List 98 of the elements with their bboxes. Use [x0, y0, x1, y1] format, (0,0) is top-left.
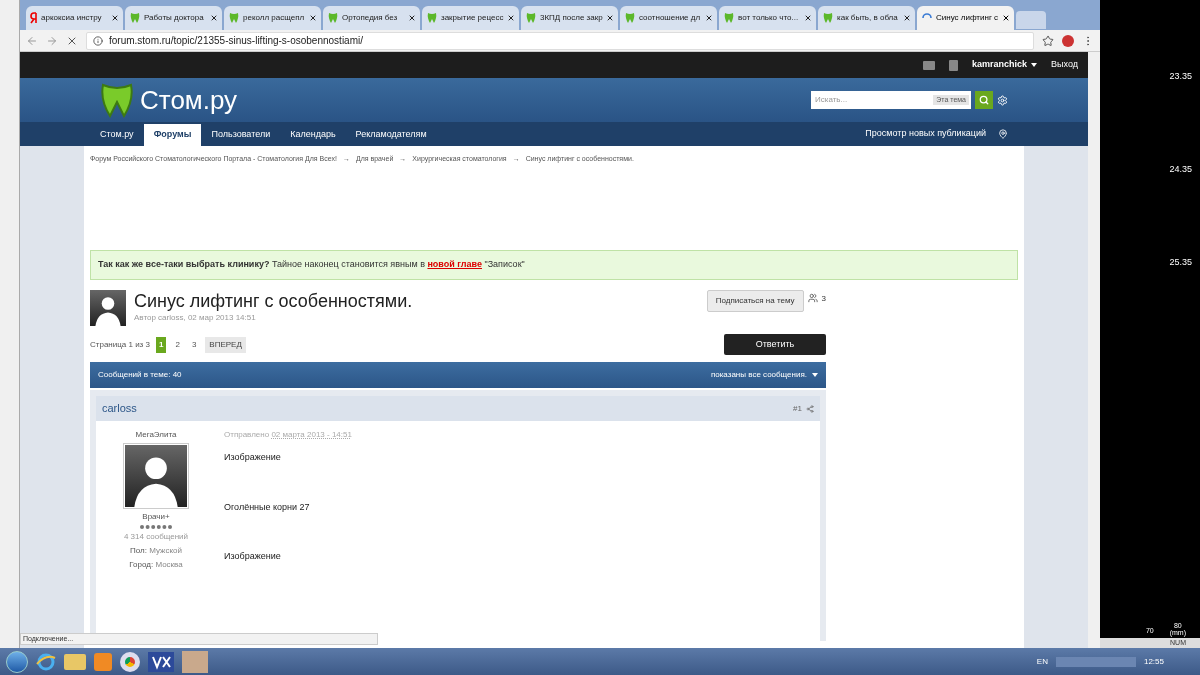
close-icon[interactable]	[210, 14, 218, 22]
profile-field: Город: Москва	[129, 559, 183, 571]
user-group: МегаЭлита	[135, 429, 177, 441]
tooth-icon	[327, 12, 339, 24]
tab-title: соотношение дл	[639, 12, 702, 24]
tab-title: Ортопедия без	[342, 12, 399, 24]
browser-tab[interactable]: Работы доктора	[125, 6, 222, 30]
post-text: Изображение	[224, 550, 282, 563]
reading-label: 23.35	[1169, 70, 1192, 83]
close-icon[interactable]	[507, 14, 515, 22]
logout-link[interactable]: Выход	[1051, 58, 1078, 72]
tab-title: закрытие рецесс	[441, 12, 504, 24]
close-icon[interactable]	[804, 14, 812, 22]
browser-tab[interactable]: Синус лифтинг с	[917, 6, 1014, 30]
post-number[interactable]: #1	[793, 402, 802, 415]
close-icon[interactable]	[1002, 14, 1010, 22]
close-icon[interactable]	[408, 14, 416, 22]
tab-title: как быть, в обла	[837, 12, 899, 24]
browser-tab[interactable]: вот только что...	[719, 6, 816, 30]
tab-title: аркоксиа инстру	[41, 12, 103, 24]
browser-tab[interactable]: Ортопедия без	[323, 6, 420, 30]
subscribe-button[interactable]: Подписаться на тему	[706, 290, 804, 312]
page-link[interactable]: 3	[188, 336, 200, 353]
app-thumbnail-placeholder[interactable]	[182, 650, 208, 673]
notice-text: Так как же все-таки выбрать клинику? Тайное наконец становится явным в новой главе "Записок"	[98, 258, 525, 272]
folder-icon[interactable]	[64, 653, 86, 670]
notice-link[interactable]: новой главе	[427, 259, 482, 270]
language-indicator[interactable]: EN	[1036, 655, 1048, 668]
nav-tab[interactable]: Рекламодателям	[345, 124, 437, 146]
avatar-placeholder	[90, 290, 126, 326]
app-icon[interactable]	[148, 651, 174, 672]
caret-icon	[812, 373, 818, 377]
post-date: Отправлено 02 марта 2013 - 14:51	[224, 429, 353, 441]
user-post-count: 4 314 сообщений	[123, 531, 189, 543]
tab-title: реколл расщепл	[243, 12, 306, 24]
new-posts-link[interactable]: Просмотр новых публикаций	[865, 127, 986, 141]
close-icon[interactable]	[606, 14, 614, 22]
tooth-icon	[228, 12, 240, 24]
site-logo[interactable]: Стом.ру	[140, 87, 238, 113]
browser-tab[interactable]: 3КПД после закр	[521, 6, 618, 30]
profile-field: Пол: Мужской	[130, 545, 182, 557]
rank-pips-drawing	[140, 525, 172, 529]
settings-icon[interactable]	[997, 94, 1008, 106]
info-icon[interactable]	[93, 35, 103, 46]
chrome-icon[interactable]	[120, 651, 140, 672]
topic-title: Синус лифтинг с особенностями.	[134, 290, 413, 312]
tooth-icon	[723, 12, 735, 24]
reading-label: 25.35	[1169, 256, 1192, 269]
yandex-icon	[30, 12, 38, 24]
close-icon[interactable]	[903, 14, 911, 22]
close-icon[interactable]	[309, 14, 317, 22]
caret-icon	[1031, 63, 1038, 67]
share-icon[interactable]	[806, 404, 814, 413]
tooth-icon	[525, 12, 537, 24]
tooth-icon	[624, 12, 636, 24]
followers-icon	[807, 293, 818, 303]
next-page-button[interactable]: ВПЕРЕД	[205, 336, 246, 353]
user-menu[interactable]: kamranchick	[972, 58, 1038, 72]
tab-title: вот только что...	[738, 12, 800, 24]
tab-title: Синус лифтинг с	[936, 12, 999, 24]
reply-button[interactable]: Ответить	[724, 334, 826, 355]
nav-tab[interactable]: Стом.ру	[90, 124, 144, 146]
extension-icon[interactable]	[1062, 34, 1074, 47]
nav-tab[interactable]: Форумы	[143, 124, 202, 146]
browser-tab[interactable]: как быть, в обла	[818, 6, 915, 30]
pin-icon[interactable]	[998, 129, 1008, 139]
nav-tab[interactable]: Календарь	[280, 124, 346, 146]
search-button[interactable]	[975, 91, 993, 109]
page-link[interactable]: 2	[172, 336, 183, 353]
browser-tab[interactable]: соотношение дл	[620, 6, 717, 30]
nav-tab[interactable]: Пользователи	[201, 124, 281, 146]
close-icon[interactable]	[705, 14, 713, 22]
post-author[interactable]: carloss	[102, 400, 137, 417]
tooth-icon	[822, 12, 834, 24]
tooth-icon	[426, 12, 438, 24]
user-rank: Врачи+	[142, 511, 170, 523]
post-text: Оголённые корни 27	[224, 500, 311, 514]
tooth-icon	[129, 12, 141, 24]
star-icon[interactable]	[1042, 34, 1054, 47]
browser-tab[interactable]: реколл расщепл	[224, 6, 321, 30]
close-icon[interactable]	[111, 14, 119, 22]
followers-count: 3	[821, 293, 826, 305]
post-count: Сообщений в теме: 40	[98, 369, 182, 381]
tab-title: Работы доктора	[144, 12, 205, 24]
topic-meta: Автор carloss, 02 мар 2013 14:51	[134, 312, 257, 324]
clock[interactable]: 12:55	[1143, 655, 1194, 668]
post-text: Изображение	[224, 451, 282, 464]
reading-label: 24.35	[1169, 163, 1192, 176]
page-label: Страница 1 из 3	[90, 338, 150, 351]
tooth-logo-icon	[100, 82, 134, 118]
start-button[interactable]	[6, 650, 28, 673]
tab-title: 3КПД после закр	[540, 12, 603, 24]
browser-tab[interactable]: закрытие рецесс	[422, 6, 519, 30]
search-icon	[979, 95, 989, 105]
address-bar[interactable]: forum.stom.ru/topic/21355-sinus-lifting-s-osobennostiami/	[86, 31, 1034, 50]
browser-tab[interactable]: аркоксиа инстру	[26, 6, 123, 30]
browser-icon[interactable]	[36, 651, 56, 672]
filter-dropdown[interactable]: показаны все сообщения.	[710, 369, 818, 381]
